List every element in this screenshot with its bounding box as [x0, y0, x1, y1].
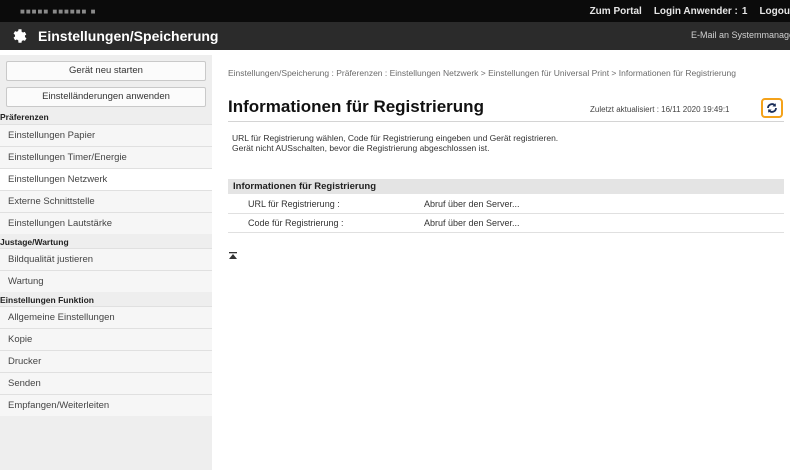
app-title: Einstellungen/Speicherung	[38, 28, 219, 44]
sidebar-item-general[interactable]: Allgemeine Einstellungen	[0, 306, 212, 328]
sidebar-item-maintenance[interactable]: Wartung	[0, 270, 212, 292]
portal-link[interactable]: Zum Portal	[590, 6, 642, 17]
sidebar-item-copy[interactable]: Kopie	[0, 328, 212, 350]
sidebar-item-send[interactable]: Senden	[0, 372, 212, 394]
restart-device-button[interactable]: Gerät neu starten	[6, 61, 206, 81]
sidebar: Gerät neu starten Einstelländerungen anw…	[0, 55, 212, 470]
page-title: Informationen für Registrierung	[228, 97, 484, 116]
refresh-button[interactable]	[761, 98, 783, 118]
last-updated: Zuletzt aktualisiert : 16/11 2020 19:49:…	[590, 105, 730, 114]
sidebar-heading-adjustment: Justage/Wartung	[0, 237, 69, 247]
section-header: Informationen für Registrierung	[228, 179, 784, 194]
description-line-2: Gerät nicht AUSschalten, bevor die Regis…	[232, 143, 490, 153]
apply-settings-button[interactable]: Einstelländerungen anwenden	[6, 87, 206, 107]
sidebar-item-network[interactable]: Einstellungen Netzwerk	[0, 168, 212, 190]
login-user: 1	[741, 5, 748, 17]
top-bar: ■■■■■ ■■■■■■ ■ Zum Portal Login Anwender…	[0, 0, 790, 22]
sidebar-heading-preferences: Präferenzen	[0, 112, 49, 122]
description-line-1: URL für Registrierung wählen, Code für R…	[232, 133, 559, 143]
sidebar-item-printer[interactable]: Drucker	[0, 350, 212, 372]
row-label: URL für Registrierung :	[248, 199, 340, 209]
top-links: Zum Portal Login Anwender : 1 Logou	[578, 0, 790, 22]
gear-icon	[13, 29, 27, 43]
title-bar: Einstellungen/Speicherung E-Mail an Syst…	[0, 22, 790, 50]
back-to-top-icon[interactable]	[228, 251, 238, 261]
brand-name: ■■■■■ ■■■■■■ ■	[20, 7, 97, 16]
sidebar-item-image-quality[interactable]: Bildqualität justieren	[0, 248, 212, 270]
info-row-code: Code für Registrierung : Abruf über den …	[228, 215, 784, 231]
sidebar-heading-function: Einstellungen Funktion	[0, 295, 94, 305]
row-divider	[228, 232, 784, 233]
info-row-url: URL für Registrierung : Abruf über den S…	[228, 196, 784, 212]
row-divider	[228, 213, 784, 214]
sidebar-item-volume[interactable]: Einstellungen Lautstärke	[0, 212, 212, 234]
sidebar-item-timer-energy[interactable]: Einstellungen Timer/Energie	[0, 146, 212, 168]
row-value: Abruf über den Server...	[424, 218, 520, 228]
login-label: Login Anwender :	[653, 5, 738, 17]
breadcrumb: Einstellungen/Speicherung : Präferenzen …	[228, 68, 736, 78]
sidebar-item-external-interface[interactable]: Externe Schnittstelle	[0, 190, 212, 212]
main-content: Einstellungen/Speicherung : Präferenzen …	[212, 55, 790, 470]
refresh-icon	[767, 103, 777, 113]
title-divider	[228, 121, 784, 122]
description: URL für Registrierung wählen, Code für R…	[232, 133, 652, 153]
row-value: Abruf über den Server...	[424, 199, 520, 209]
logout-link[interactable]: Logou	[759, 6, 790, 17]
row-label: Code für Registrierung :	[248, 218, 344, 228]
sidebar-item-paper[interactable]: Einstellungen Papier	[0, 124, 212, 146]
mail-link[interactable]: E-Mail an Systemmanage	[691, 30, 790, 40]
sidebar-item-receive-forward[interactable]: Empfangen/Weiterleiten	[0, 394, 212, 416]
